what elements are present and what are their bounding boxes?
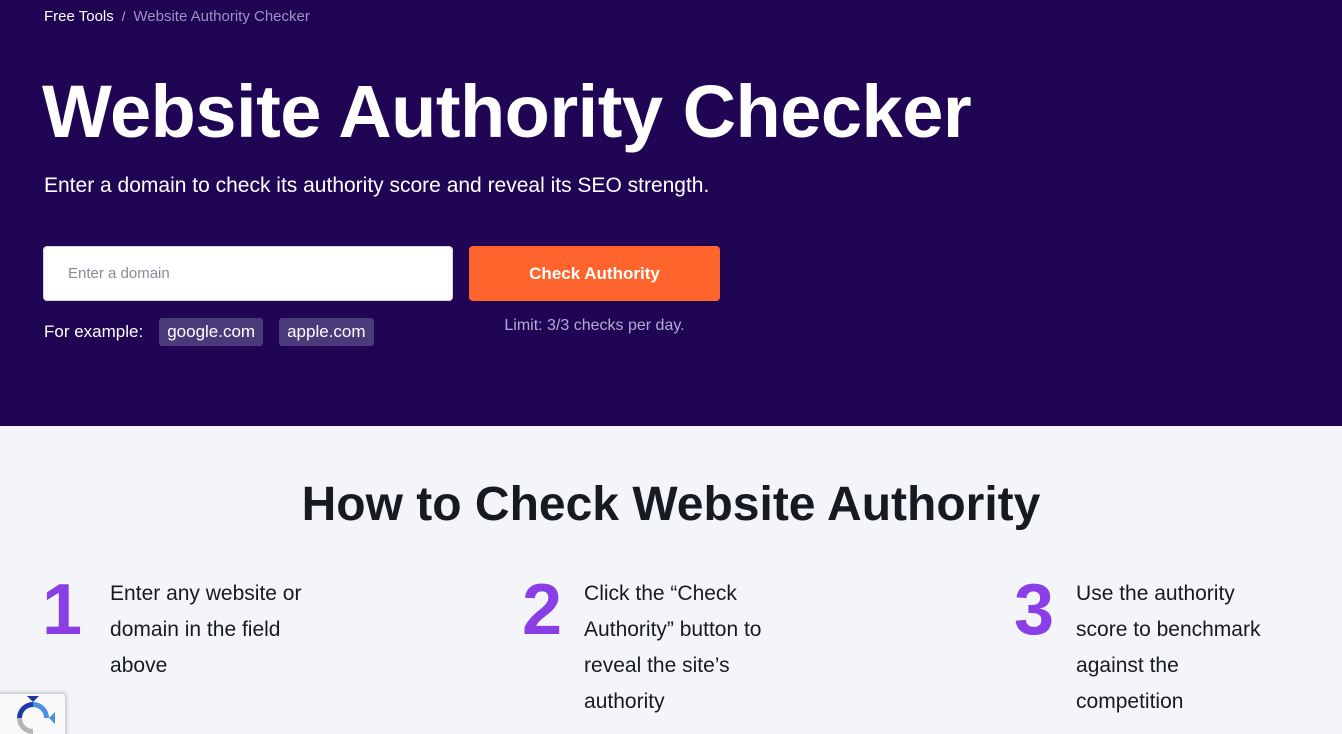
check-authority-button[interactable]: Check Authority [469,246,720,301]
step-number: 2 [522,570,563,650]
domain-input[interactable] [43,246,453,301]
step-number: 3 [1014,570,1055,650]
step-3: 3 Use the authority score to benchmark a… [1014,570,1291,720]
how-to-title: How to Check Website Authority [301,478,1041,531]
step-text: Use the authority score to benchmark aga… [1076,582,1261,713]
step-number: 1 [42,570,83,650]
example-chip-apple[interactable]: apple.com [279,318,374,346]
recaptcha-badge[interactable] [0,693,66,734]
breadcrumb-current: Website Authority Checker [133,8,310,25]
hero-section: Free Tools / Website Authority Checker W… [0,0,1342,426]
breadcrumb-free-tools-link[interactable]: Free Tools [44,8,114,25]
examples-label: For example: [44,322,144,341]
breadcrumb-separator: / [121,9,126,24]
page-subtitle: Enter a domain to check its authority sc… [44,174,710,197]
page-title: Website Authority Checker [42,70,972,153]
breadcrumb: Free Tools / Website Authority Checker [44,8,310,25]
step-2: 2 Click the “Check Authority” button to … [522,570,804,720]
example-chip-google[interactable]: google.com [159,318,264,346]
step-text: Click the “Check Authority” button to re… [584,582,762,713]
step-1: 1 Enter any website or domain in the fie… [42,570,330,684]
step-text: Enter any website or domain in the field… [110,582,302,677]
recaptcha-icon [17,696,55,734]
check-limit-text: Limit: 3/3 checks per day. [504,317,685,334]
examples-row: For example: google.com apple.com [44,318,374,346]
